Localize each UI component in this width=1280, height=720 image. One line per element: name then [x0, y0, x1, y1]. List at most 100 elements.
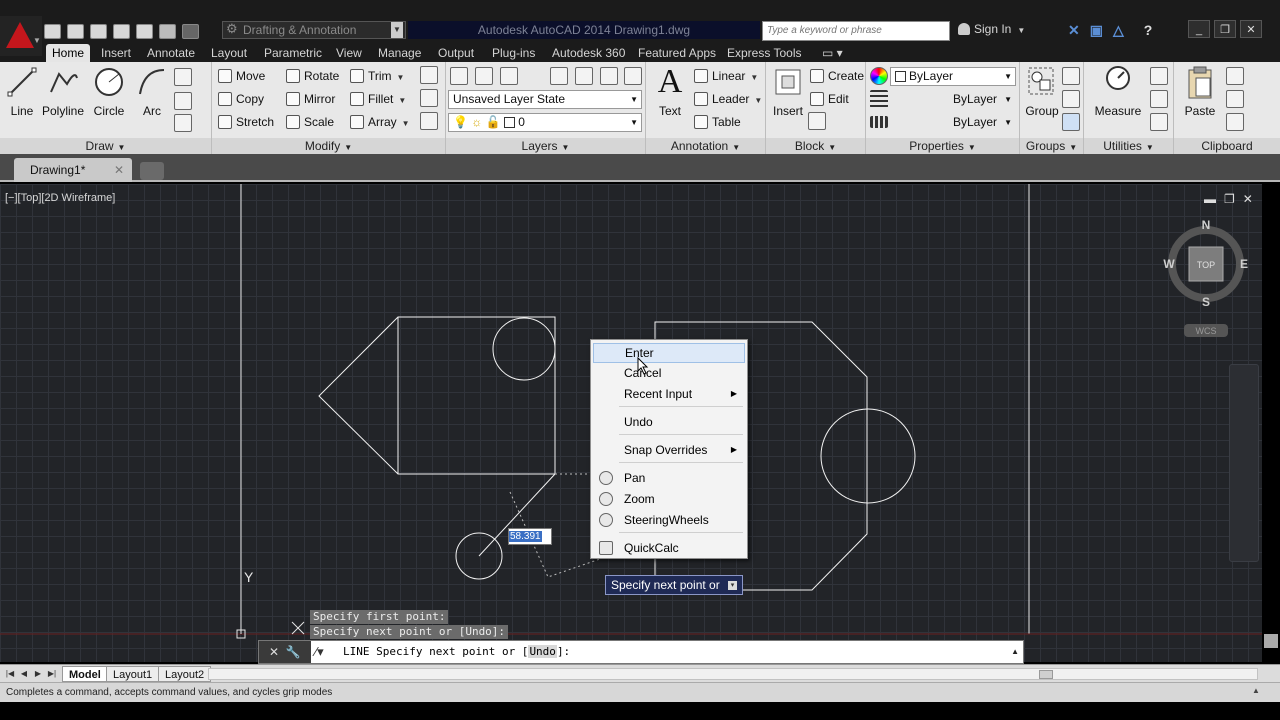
polyline-button[interactable]: Polyline [40, 64, 86, 118]
menu-item-steeringwheels[interactable]: SteeringWheels [593, 510, 745, 530]
hatch-icon[interactable] [174, 92, 192, 110]
utilities-panel-title[interactable]: Utilities ▼ [1084, 138, 1173, 154]
match-properties-icon[interactable] [870, 67, 888, 85]
color-dropdown[interactable]: ByLayer ▼ [890, 67, 1016, 86]
copy-clip-icon[interactable] [1226, 90, 1244, 108]
draw-panel-title[interactable]: Draw ▼ [0, 138, 211, 154]
file-tab-drawing1[interactable]: Drawing1* ✕ [14, 158, 132, 182]
viewport-close-icon[interactable]: ✕ [1243, 192, 1253, 206]
explode-icon[interactable] [420, 89, 438, 107]
table-button[interactable]: Table [694, 112, 741, 132]
recent-commands-icon[interactable]: ▲ [1011, 641, 1019, 663]
scroll-thumb[interactable] [1264, 634, 1278, 648]
menu-item-cancel[interactable]: Cancel [593, 363, 745, 383]
create-block-button[interactable]: Create [810, 66, 864, 86]
down-arrow-icon[interactable]: ▾ [728, 581, 737, 590]
copy-button[interactable]: Copy [218, 89, 264, 109]
prev-layout-icon[interactable]: ◀ [18, 667, 30, 680]
open-icon[interactable] [67, 23, 84, 39]
tab-autodesk-360[interactable]: Autodesk 360 [546, 44, 631, 62]
edit-block-button[interactable]: Edit [810, 89, 849, 109]
workspace-dropdown[interactable]: ⚙ Drafting & Annotation ▼ [222, 21, 406, 39]
measure-button[interactable]: Measure [1094, 64, 1142, 118]
dynamic-input-field[interactable]: 58.391 [508, 528, 552, 545]
trim-button[interactable]: Trim ▼ [350, 66, 404, 86]
last-layout-icon[interactable]: ▶| [46, 667, 58, 680]
menu-item-enter[interactable]: Enter [593, 343, 745, 363]
new-icon[interactable] [44, 23, 61, 39]
navigation-bar[interactable] [1229, 364, 1259, 562]
paste-button[interactable]: Paste [1178, 64, 1222, 118]
rectangle-icon[interactable] [174, 68, 192, 86]
stretch-button[interactable]: Stretch [218, 112, 274, 132]
command-line-handle[interactable]: ✕ 🔧 [259, 641, 311, 663]
search-input[interactable]: Type a keyword or phrase [762, 21, 950, 41]
layer-lock-icon[interactable] [575, 67, 593, 85]
plot-icon[interactable] [136, 23, 153, 39]
tab-annotate[interactable]: Annotate [141, 44, 201, 62]
scale-button[interactable]: Scale [286, 112, 334, 132]
wrench-icon[interactable]: 🔧 [286, 645, 301, 659]
lineweight-dropdown[interactable]: ByLayer ▼ [890, 90, 1016, 109]
command-line[interactable]: ✕ 🔧 ⁄▾ LINE Specify next point or [Undo]… [258, 640, 1024, 664]
close-icon[interactable]: ✕ [114, 158, 124, 182]
cut-icon[interactable] [1226, 67, 1244, 85]
mirror-button[interactable]: Mirror [286, 89, 335, 109]
insert-button[interactable]: Insert [766, 64, 810, 118]
block-panel-title[interactable]: Block ▼ [766, 138, 865, 154]
tab-manage[interactable]: Manage [372, 44, 427, 62]
close-icon[interactable]: ✕ [269, 645, 279, 659]
attribute-icon[interactable] [808, 112, 826, 130]
tab-layout[interactable]: Layout [205, 44, 253, 62]
array-button[interactable]: Array ▼ [350, 112, 410, 132]
vertical-scrollbar[interactable] [1262, 184, 1280, 662]
tab-layout2[interactable]: Layout2 [158, 666, 212, 682]
erase-icon[interactable] [420, 66, 438, 84]
copy-base-icon[interactable] [1226, 113, 1244, 131]
viewcube[interactable]: TOP N S E W WCS [1156, 214, 1256, 344]
viewport-restore-icon[interactable]: ❐ [1224, 192, 1235, 206]
calculator-icon[interactable] [1150, 113, 1168, 131]
viewport-controls[interactable]: [−][Top][2D Wireframe] [5, 192, 115, 204]
menu-item-quickcalc[interactable]: QuickCalc [593, 538, 745, 558]
tab-parametric[interactable]: Parametric [258, 44, 328, 62]
menu-item-pan[interactable]: Pan [593, 468, 745, 488]
help-icon[interactable]: ? [1144, 22, 1153, 39]
circle-button[interactable]: Circle [87, 64, 131, 118]
tab-plug-ins[interactable]: Plug-ins [486, 44, 541, 62]
command-option-undo[interactable]: Undo [528, 645, 557, 658]
save-icon[interactable] [90, 23, 107, 39]
menu-item-undo[interactable]: Undo [593, 412, 745, 432]
text-button[interactable]: A Text [648, 64, 692, 119]
layer-isolate-icon[interactable] [500, 67, 518, 85]
menu-item-snap-overrides[interactable]: Snap Overrides ▶ [593, 440, 745, 460]
redo-icon[interactable] [182, 23, 199, 39]
modify-panel-title[interactable]: Modify ▼ [212, 138, 445, 154]
save-as-icon[interactable] [113, 23, 130, 39]
linear-button[interactable]: Linear ▼ [694, 66, 758, 86]
layer-match-icon[interactable] [600, 67, 618, 85]
tab-home[interactable]: Home [46, 44, 91, 62]
sign-in-button[interactable]: Sign In ▼ [958, 22, 1025, 36]
offset-icon[interactable] [420, 112, 438, 130]
properties-panel-title[interactable]: Properties ▼ [866, 138, 1019, 154]
first-layout-icon[interactable]: |◀ [4, 667, 16, 680]
tab-featured-apps[interactable]: Featured Apps [632, 44, 722, 62]
horizontal-scrollbar[interactable] [208, 668, 1258, 680]
linetype-dropdown[interactable]: ByLayer ▼ [890, 113, 1016, 132]
leader-button[interactable]: Leader ▼ [694, 89, 762, 109]
tab-express-tools[interactable]: Express Tools [721, 44, 807, 62]
restore-button[interactable]: ❐ [1214, 20, 1236, 38]
group-edit-icon[interactable] [1062, 90, 1080, 108]
layer-previous-icon[interactable] [624, 67, 642, 85]
line-button[interactable]: Line [0, 64, 44, 118]
menu-item-recent-input[interactable]: Recent Input ▶ [593, 384, 745, 404]
move-button[interactable]: Move [218, 66, 265, 86]
tab-insert[interactable]: Insert [95, 44, 137, 62]
application-menu-button[interactable]: ▼ [0, 16, 42, 56]
next-layout-icon[interactable]: ▶ [32, 667, 44, 680]
layer-freeze-icon[interactable] [550, 67, 568, 85]
rotate-button[interactable]: Rotate [286, 66, 339, 86]
arc-button[interactable]: Arc [130, 64, 174, 118]
group-button[interactable]: Group [1020, 64, 1064, 118]
